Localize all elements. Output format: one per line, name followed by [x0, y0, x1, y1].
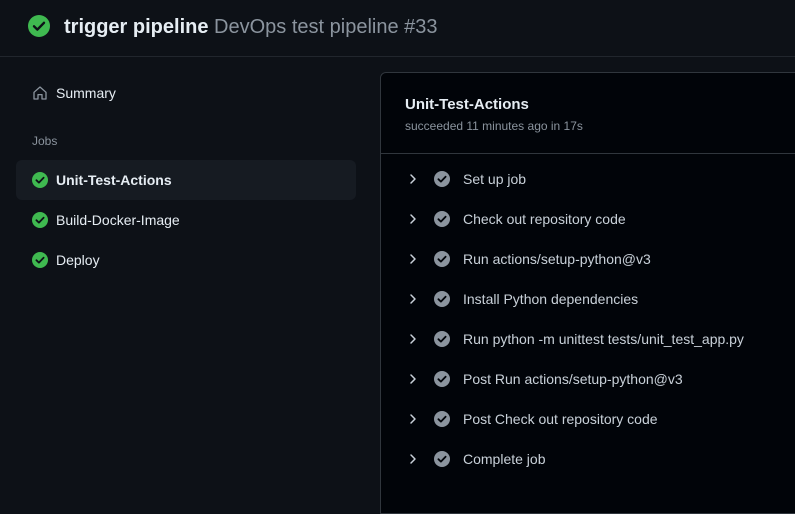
step-list: Set up job Check out repository code Run… [381, 159, 795, 479]
home-icon [33, 86, 47, 100]
job-panel-header: Unit-Test-Actions succeeded 11 minutes a… [381, 73, 795, 154]
step-row[interactable]: Post Check out repository code [381, 399, 795, 439]
chevron-right-icon [410, 254, 416, 264]
step-row[interactable]: Complete job [381, 439, 795, 479]
check-circle-fill-icon [434, 371, 450, 387]
sidebar-job-unit-test-actions[interactable]: Unit-Test-Actions [16, 160, 356, 200]
step-row[interactable]: Run actions/setup-python@v3 [381, 239, 795, 279]
sidebar-job-build-docker-image[interactable]: Build-Docker-Image [16, 200, 356, 240]
chevron-right-icon [410, 414, 416, 424]
job-label: Unit-Test-Actions [56, 172, 172, 188]
job-log-panel: Unit-Test-Actions succeeded 11 minutes a… [380, 72, 795, 514]
check-circle-fill-icon [28, 15, 50, 37]
job-label: Build-Docker-Image [56, 212, 180, 228]
chevron-right-icon [410, 374, 416, 384]
chevron-right-icon [410, 294, 416, 304]
summary-label: Summary [56, 85, 116, 101]
check-circle-fill-icon [434, 451, 450, 467]
job-label: Deploy [56, 252, 100, 268]
step-row[interactable]: Set up job [381, 159, 795, 199]
check-circle-fill-icon [434, 291, 450, 307]
check-circle-fill-icon [434, 411, 450, 427]
step-label: Install Python dependencies [463, 291, 639, 307]
step-row[interactable]: Run python -m unittest tests/unit_test_a… [381, 319, 795, 359]
step-label: Check out repository code [463, 211, 626, 227]
check-circle-fill-icon [434, 251, 450, 267]
step-label: Post Run actions/setup-python@v3 [463, 371, 683, 387]
check-circle-fill-icon [434, 171, 450, 187]
sidebar-job-deploy[interactable]: Deploy [16, 240, 356, 280]
chevron-right-icon [410, 334, 416, 344]
step-label: Complete job [463, 451, 546, 467]
step-label: Set up job [463, 171, 527, 187]
chevron-right-icon [410, 174, 416, 184]
run-header: trigger pipeline DevOps test pipeline #3… [0, 0, 795, 57]
check-circle-fill-icon [434, 211, 450, 227]
jobs-heading: Jobs [32, 134, 58, 148]
chevron-right-icon [410, 214, 416, 224]
job-title: Unit-Test-Actions [405, 96, 529, 113]
step-label: Run python -m unittest tests/unit_test_a… [463, 331, 744, 347]
step-label: Post Check out repository code [463, 411, 658, 427]
check-circle-fill-icon [434, 331, 450, 347]
job-list: Unit-Test-Actions Build-Docker-Image Dep… [16, 160, 356, 280]
chevron-right-icon [410, 454, 416, 464]
check-circle-fill-icon [32, 212, 48, 228]
step-row[interactable]: Post Run actions/setup-python@v3 [381, 359, 795, 399]
sidebar: Summary Jobs Unit-Test-Actions Build-Doc… [0, 57, 370, 505]
page-title: trigger pipeline DevOps test pipeline #3… [64, 16, 438, 39]
step-row[interactable]: Check out repository code [381, 199, 795, 239]
check-circle-fill-icon [32, 252, 48, 268]
step-row[interactable]: Install Python dependencies [381, 279, 795, 319]
job-status-text: succeeded 11 minutes ago in 17s [405, 119, 583, 133]
step-label: Run actions/setup-python@v3 [463, 251, 651, 267]
check-circle-fill-icon [32, 172, 48, 188]
sidebar-summary-link[interactable]: Summary [16, 77, 356, 109]
run-title: DevOps test pipeline #33 [214, 16, 438, 38]
workflow-name[interactable]: trigger pipeline [64, 16, 208, 38]
